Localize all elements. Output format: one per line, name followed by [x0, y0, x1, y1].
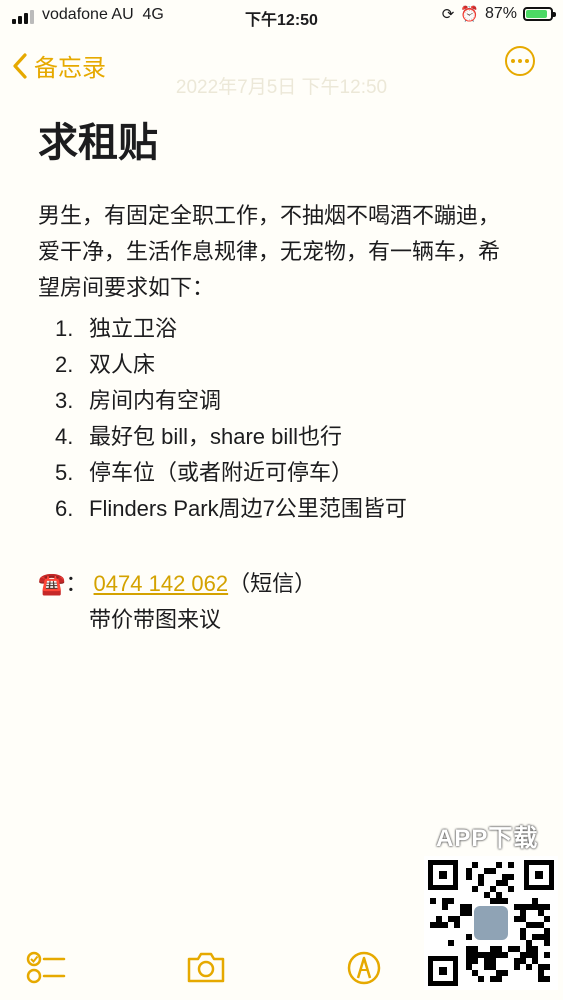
list-item[interactable]: 1. 独立卫浴 [55, 311, 407, 347]
note-date: 2022年7月5日 下午12:50 [175, 77, 388, 98]
bottom-toolbar [0, 940, 563, 1000]
battery-fill [526, 10, 547, 18]
rotation-lock-icon: ⟳ [441, 6, 455, 23]
qr-logo [474, 906, 508, 940]
qr-module [466, 910, 472, 916]
contact-separator: ： [65, 571, 88, 596]
requirements-list: 1. 独立卫浴 2. 双人床 3. 房间内有空调 4. 最好包 bill，share b… [55, 311, 407, 527]
navigation-bar: 备忘录 2022年7月5日 下午12:50 [0, 42, 563, 98]
contact-line: ☎️： 0474 142 062（短信） [38, 566, 316, 602]
qr-module [508, 874, 514, 880]
list-text: 停车位（或者附近可停车） [89, 460, 354, 485]
qr-module [544, 904, 550, 910]
list-item[interactable]: 4. 最好包 bill，share bill也行 [55, 419, 407, 455]
qr-module [478, 880, 484, 886]
list-number: 2. [55, 352, 74, 377]
qr-module [508, 886, 514, 892]
list-text: 双人床 [89, 352, 156, 377]
list-text: Flinders Park周边7公里范围皆可 [89, 496, 407, 521]
list-item[interactable]: 5. 停车位（或者附近可停车） [55, 455, 407, 491]
more-button[interactable] [505, 46, 535, 76]
battery-icon [523, 7, 556, 21]
qr-module [502, 898, 508, 904]
list-item[interactable]: 2. 双人床 [55, 347, 407, 383]
list-number: 6. [55, 496, 74, 521]
status-bar: vodafone AU 4G 下午12:50 ⟳ ⏰ 87% [0, 0, 563, 32]
qr-module [448, 898, 454, 904]
price-note[interactable]: 带价带图来议 [89, 602, 221, 638]
checklist-icon[interactable] [26, 950, 66, 984]
note-title[interactable]: 求租贴 [38, 110, 158, 168]
qr-module [430, 898, 436, 904]
list-item[interactable]: 3. 房间内有空调 [55, 383, 407, 419]
list-text: 独立卫浴 [89, 316, 178, 341]
note-intro[interactable]: 男生，有固定全职工作，不抽烟不喝酒不蹦迪，爱干净，生活作息规律，无宠物，有一辆车… [38, 198, 518, 306]
battery-percent: 87% [484, 5, 517, 22]
app-download-label: APP下载 [436, 825, 539, 852]
qr-module [442, 904, 448, 910]
phone-note: （短信） [228, 571, 317, 596]
status-right: ⟳ ⏰ 87% [441, 5, 556, 23]
qr-module [442, 922, 448, 928]
phone-link[interactable]: 0474 142 062 [94, 571, 229, 596]
qr-module [508, 862, 514, 868]
list-text: 最好包 bill，share bill也行 [89, 424, 343, 449]
qr-module [472, 886, 478, 892]
alarm-icon: ⏰ [460, 6, 479, 23]
qr-module [466, 874, 472, 880]
markup-pen-icon[interactable] [346, 950, 382, 986]
camera-icon[interactable] [185, 950, 227, 984]
list-number: 1. [55, 316, 74, 341]
list-number: 4. [55, 424, 74, 449]
list-number: 3. [55, 388, 74, 413]
qr-module [496, 862, 502, 868]
qr-module [490, 868, 496, 874]
qr-module [454, 922, 460, 928]
telephone-icon: ☎️ [38, 571, 66, 596]
qr-module [472, 862, 478, 868]
list-item[interactable]: 6. Flinders Park周边7公里范围皆可 [55, 491, 407, 527]
list-number: 5. [55, 460, 74, 485]
list-text: 房间内有空调 [89, 388, 222, 413]
qr-module [544, 916, 550, 922]
